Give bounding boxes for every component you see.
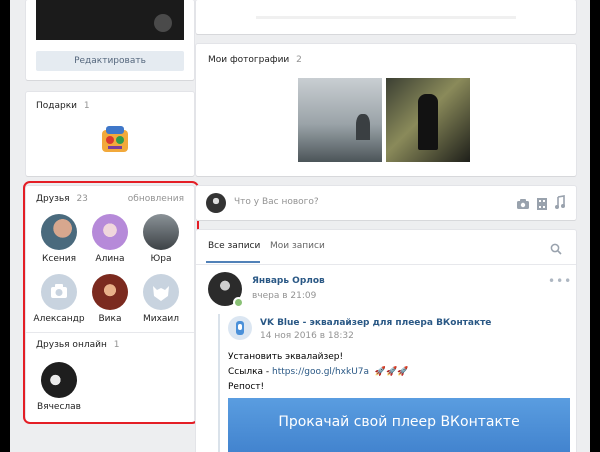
tab-all-posts-underline <box>206 261 260 263</box>
wall-card: Все записи Мои записи Январь Орлов вчера… <box>196 230 576 452</box>
repost-text-line1: Установить эквалайзер! <box>228 352 344 362</box>
tab-my-posts[interactable]: Мои записи <box>270 241 325 251</box>
wall-tabs: Все записи Мои записи <box>196 230 576 265</box>
post-more-icon[interactable]: ••• <box>548 274 572 288</box>
post-author-name[interactable]: Январь Орлов <box>252 276 325 286</box>
repost-banner-image[interactable]: Прокачай свой плеер ВКонтакте <box>228 398 570 452</box>
gifts-header[interactable]: Подарки 1 <box>36 101 90 111</box>
search-icon[interactable] <box>550 240 562 259</box>
edit-profile-button[interactable]: Редактировать <box>36 51 184 71</box>
repost-source-avatar[interactable] <box>228 316 252 340</box>
online-indicator <box>233 297 244 308</box>
photos-card: Мои фотографии 2 <box>196 44 576 176</box>
tab-all-posts[interactable]: Все записи <box>208 241 260 251</box>
info-line <box>256 16 516 19</box>
gifts-label: Подарки <box>36 101 78 111</box>
gifts-card: Подарки 1 <box>26 92 194 176</box>
repost-date[interactable]: 14 ноя 2016 в 18:32 <box>260 331 354 341</box>
profile-photo[interactable] <box>36 0 184 40</box>
gift-icon[interactable] <box>96 120 134 158</box>
vk-blue-logo-icon <box>236 321 244 335</box>
photo-thumbnail[interactable] <box>386 78 470 162</box>
photos-label: Мои фотографии <box>208 55 290 65</box>
photo-thumbnail[interactable] <box>298 78 382 162</box>
composer-avatar[interactable] <box>206 193 226 213</box>
photo-figure <box>418 94 438 150</box>
vk-profile-screen: Редактировать Подарки 1 Друзья 23 обновл… <box>10 0 590 452</box>
profile-photo-card: Редактировать <box>26 0 194 80</box>
composer-input[interactable]: Что у Вас нового? <box>234 197 319 207</box>
rocket-emoji: 🚀🚀🚀 <box>374 367 409 377</box>
gifts-count: 1 <box>83 101 90 111</box>
repost-rule <box>218 314 220 452</box>
photos-header[interactable]: Мои фотографии 2 <box>208 55 302 65</box>
post-time[interactable]: вчера в 21:09 <box>252 291 316 301</box>
repost-text-line2: Ссылка - https://goo.gl/hxkU7a 🚀🚀🚀 <box>228 367 409 377</box>
highlight-frame <box>23 181 199 424</box>
repost-text-line3: Репост! <box>228 382 265 392</box>
photo-figure <box>154 14 172 32</box>
banner-text: Прокачай свой плеер ВКонтакте <box>278 414 520 430</box>
photos-count: 2 <box>296 55 302 65</box>
photo-tree <box>356 114 370 140</box>
camera-icon[interactable] <box>516 196 530 215</box>
repost-link[interactable]: https://goo.gl/hxkU7a <box>272 367 369 377</box>
music-icon[interactable] <box>554 195 566 214</box>
repost-link-prefix: Ссылка - <box>228 367 273 377</box>
video-icon[interactable] <box>536 196 548 215</box>
repost-source-name[interactable]: VK Blue - эквалайзер для плеера ВКонтакт… <box>260 318 491 328</box>
top-info-card <box>196 0 576 34</box>
post-composer: Что у Вас нового? <box>196 186 576 220</box>
